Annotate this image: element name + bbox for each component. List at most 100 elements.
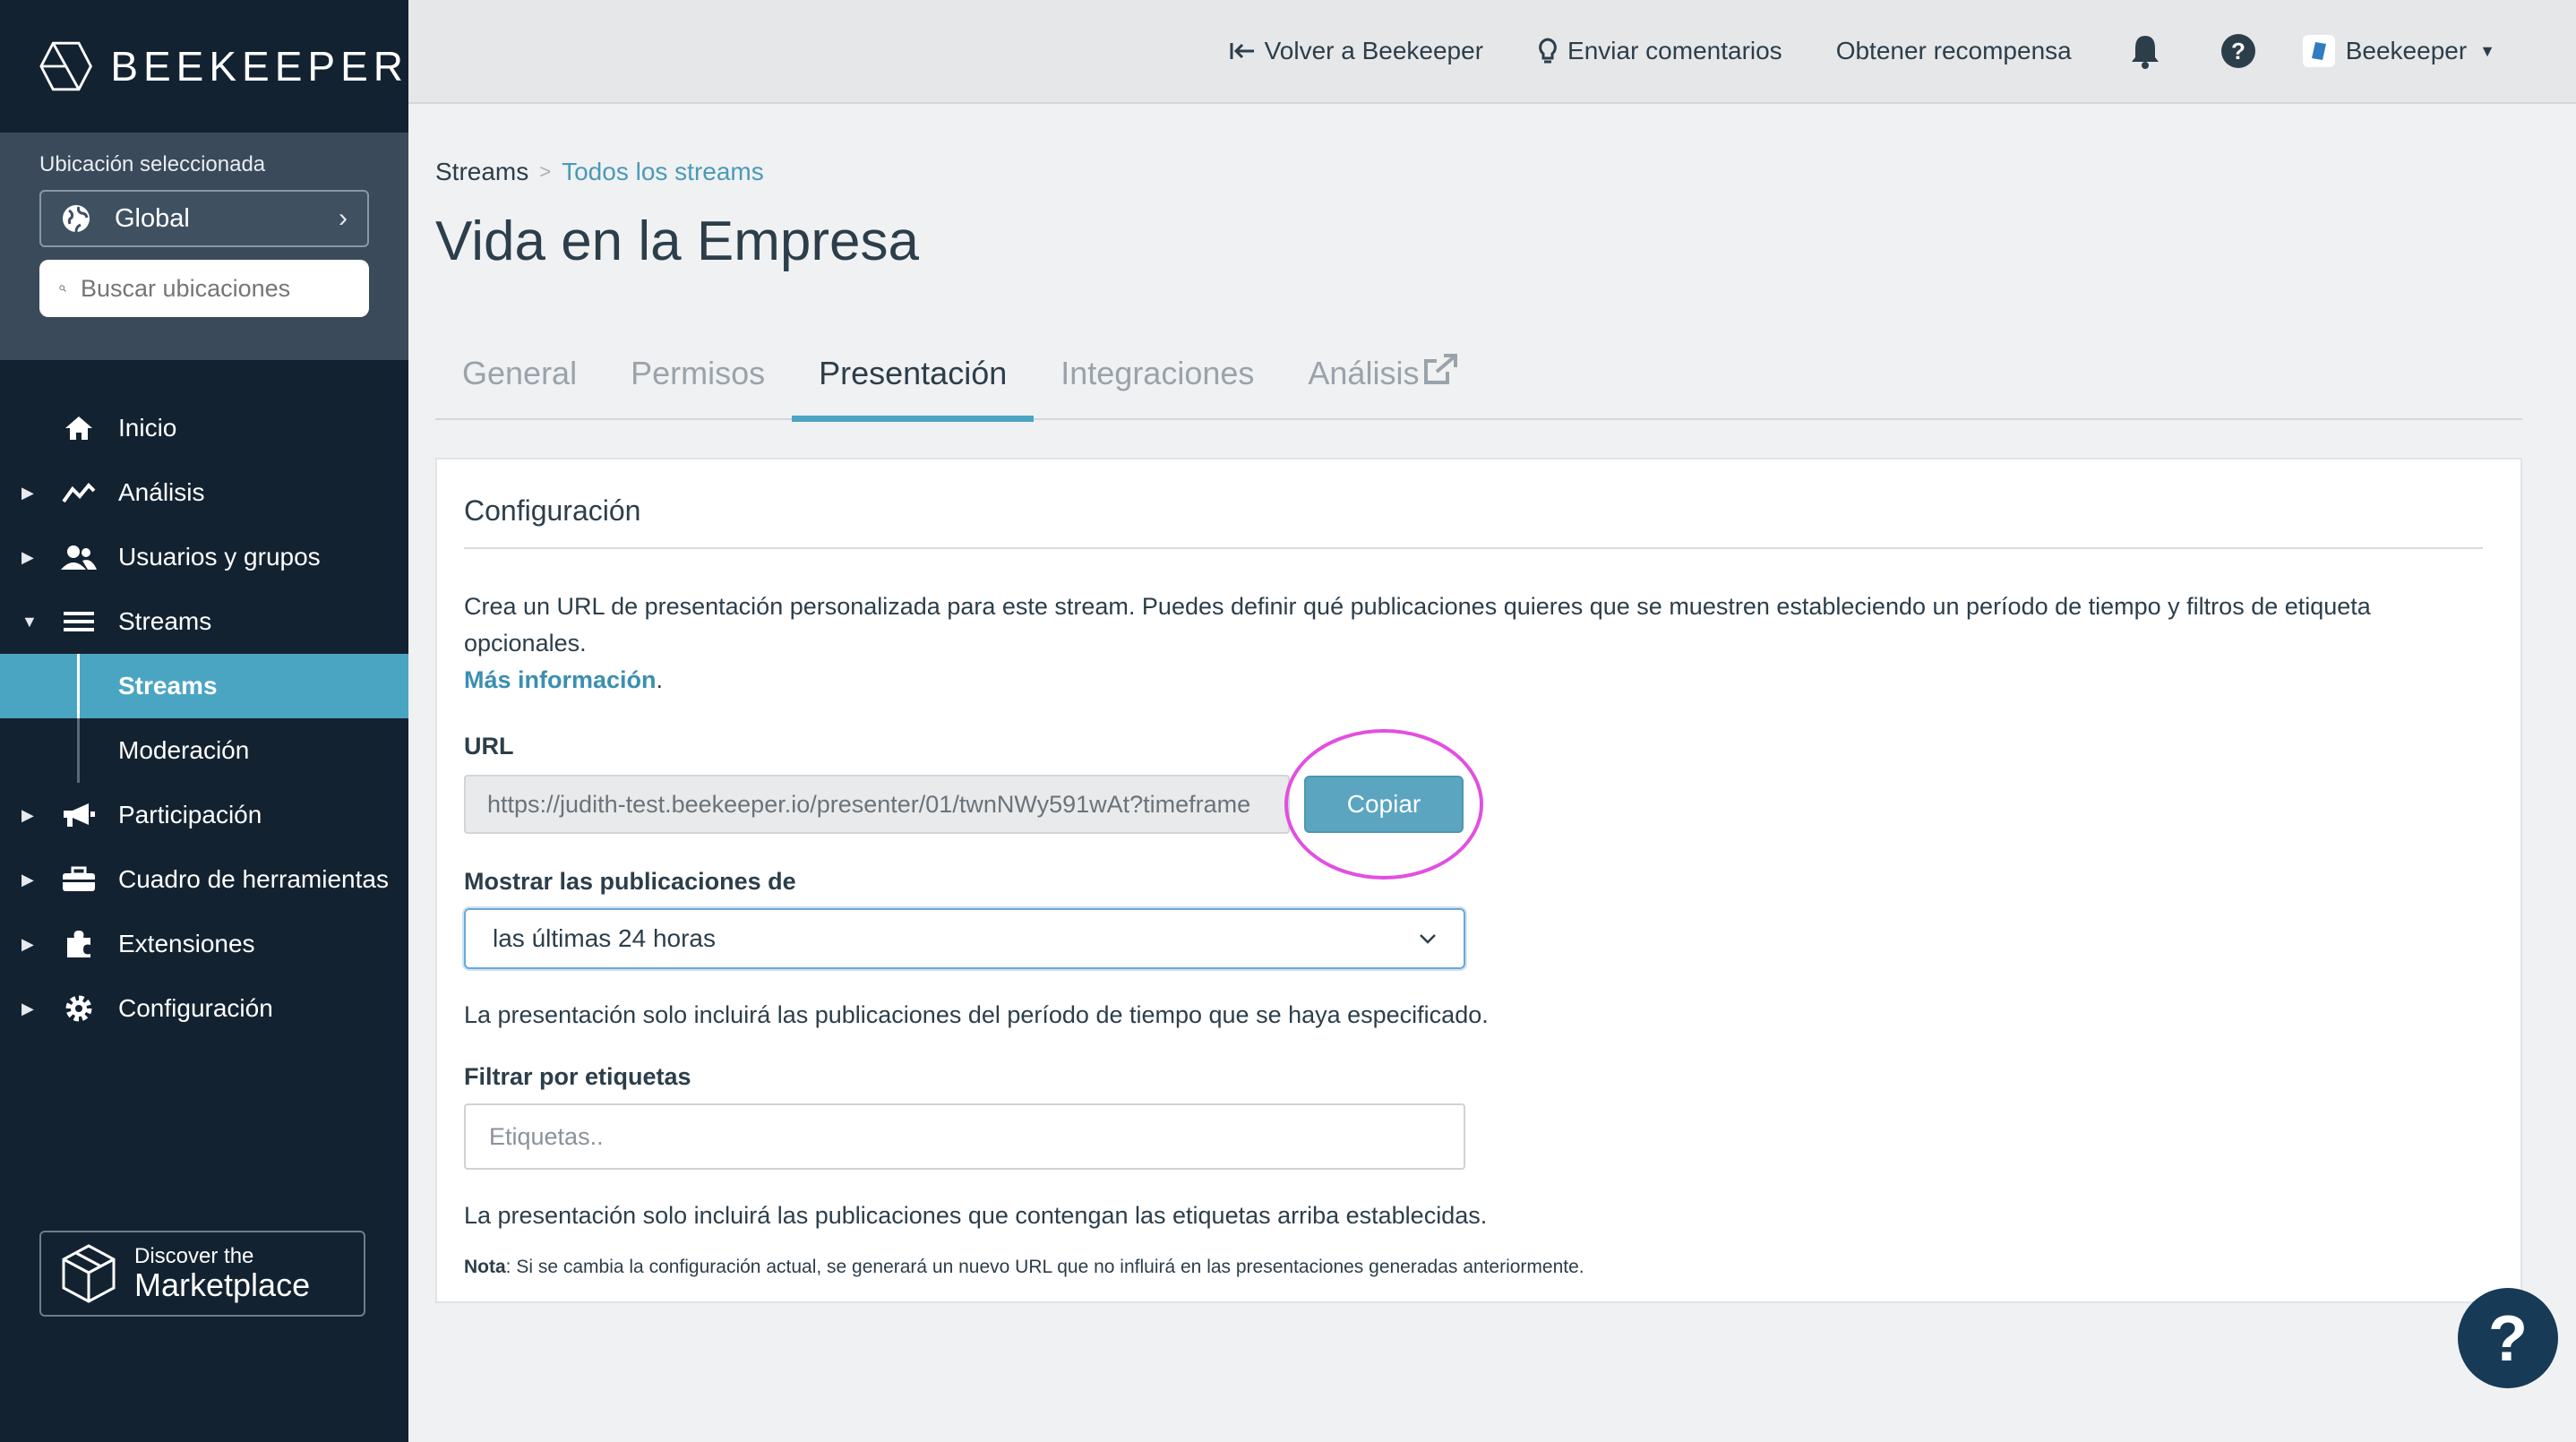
location-panel: Ubicación seleccionada Global › xyxy=(0,133,408,360)
note-text: : Si se cambia la configuración actual, … xyxy=(505,1257,1584,1277)
url-field[interactable]: https://judith-test.beekeeper.io/present… xyxy=(464,775,1290,834)
tab-integraciones[interactable]: Integraciones xyxy=(1034,345,1281,420)
nav-label: Usuarios y grupos xyxy=(118,543,321,571)
puzzle-icon xyxy=(61,926,97,962)
tabs: General Permisos Presentación Integracio… xyxy=(435,345,2522,422)
location-search[interactable] xyxy=(39,260,369,317)
back-label: Volver a Beekeeper xyxy=(1264,37,1484,64)
nav-item-streams[interactable]: ▼ Streams xyxy=(0,589,408,654)
marketplace-line2: Marketplace xyxy=(134,1266,311,1303)
megaphone-icon xyxy=(61,797,97,833)
timeframe-help: La presentación solo incluirá las public… xyxy=(464,1001,1489,1028)
nav-label: Participación xyxy=(118,801,262,828)
note: Nota: Si se cambia la configuración actu… xyxy=(464,1257,2494,1278)
caret-right-icon: ▶ xyxy=(21,805,34,824)
card-title: Configuración xyxy=(464,459,2483,549)
show-posts-label: Mostrar las publicaciones de xyxy=(464,868,796,895)
svg-text:?: ? xyxy=(2488,1307,2528,1369)
chart-line-icon xyxy=(61,475,97,511)
period: . xyxy=(656,666,664,693)
tab-analisis[interactable]: Análisis xyxy=(1281,345,1485,420)
breadcrumb: Streams > Todos los streams xyxy=(435,158,2531,186)
marketplace-text: Discover the Marketplace xyxy=(134,1245,310,1302)
list-icon xyxy=(61,604,97,639)
url-label: URL xyxy=(464,733,514,760)
nav-item-extensiones[interactable]: ▶ Extensiones xyxy=(0,912,408,976)
nav-label: Streams xyxy=(118,672,218,700)
arrow-left-bar-icon xyxy=(1230,43,1254,59)
brand-name: BEEKEEPER xyxy=(110,43,408,90)
nav-subitem-streams[interactable]: Streams xyxy=(0,654,408,718)
search-icon xyxy=(59,285,66,292)
users-icon xyxy=(61,539,97,575)
copy-wrap: Copiar xyxy=(1284,729,1483,880)
question-mark-icon: ? xyxy=(2488,1307,2528,1369)
nav-item-herramientas[interactable]: ▶ Cuadro de herramientas xyxy=(0,847,408,912)
nav-label: Streams xyxy=(118,607,212,635)
chevron-down-icon xyxy=(1420,934,1436,944)
nav-label: Extensiones xyxy=(118,930,255,957)
url-row: https://judith-test.beekeeper.io/present… xyxy=(464,729,2494,880)
external-link-icon xyxy=(1424,354,1458,384)
feedback-label: Enviar comentarios xyxy=(1567,37,1782,64)
gear-icon xyxy=(61,991,97,1026)
location-label: Ubicación seleccionada xyxy=(39,152,266,176)
breadcrumb-current-link[interactable]: Todos los streams xyxy=(562,158,764,186)
brand[interactable]: BEEKEEPER xyxy=(0,0,408,133)
caret-right-icon: ▶ xyxy=(21,547,34,566)
user-menu[interactable]: Beekeeper ▼ xyxy=(2302,35,2495,67)
help-fab-button[interactable]: ? xyxy=(2458,1288,2558,1388)
nav-subitem-moderacion[interactable]: Moderación xyxy=(0,718,408,783)
highlight-circle-annotation xyxy=(1284,729,1483,880)
get-reward-link[interactable]: Obtener recompensa xyxy=(1836,37,2072,65)
tab-presentacion[interactable]: Presentación xyxy=(792,345,1035,422)
help-circle-icon[interactable]: ? xyxy=(2219,31,2258,71)
tags-help: La presentación solo incluirá las public… xyxy=(464,1202,1488,1229)
notifications-bell-icon[interactable] xyxy=(2125,31,2165,71)
marketplace-line1: Discover the xyxy=(134,1244,254,1268)
svg-text:?: ? xyxy=(2231,38,2245,64)
timeframe-value: las últimas 24 horas xyxy=(493,924,717,952)
note-label: Nota xyxy=(464,1257,506,1277)
timeframe-select[interactable]: las últimas 24 horas xyxy=(464,908,1465,969)
page-title: Vida en la Empresa xyxy=(435,210,919,272)
marketplace-button[interactable]: Discover the Marketplace xyxy=(39,1231,365,1317)
tab-permisos[interactable]: Permisos xyxy=(604,345,792,420)
send-feedback-link[interactable]: Enviar comentarios xyxy=(1537,37,1782,65)
reward-label: Obtener recompensa xyxy=(1835,37,2072,64)
nav-item-usuarios[interactable]: ▶ Usuarios y grupos xyxy=(0,525,408,589)
caret-right-icon: ▶ xyxy=(21,483,34,502)
beekeeper-logo-icon xyxy=(39,41,93,91)
avatar xyxy=(2302,35,2335,67)
chevron-right-icon: › xyxy=(339,203,348,233)
globe-icon xyxy=(63,205,90,233)
back-to-beekeeper-link[interactable]: Volver a Beekeeper xyxy=(1229,37,1483,65)
breadcrumb-root[interactable]: Streams xyxy=(435,158,528,186)
lightbulb-icon xyxy=(1539,38,1557,64)
nav-rail xyxy=(77,654,80,718)
toolbox-icon xyxy=(61,862,97,897)
tags-label: Filtrar por etiquetas xyxy=(464,1063,691,1090)
more-info-link[interactable]: Más información xyxy=(464,666,657,693)
location-select[interactable]: Global › xyxy=(39,190,369,247)
nav-item-configuracion[interactable]: ▶ Configuración xyxy=(0,976,408,1041)
nav-item-participacion[interactable]: ▶ Participación xyxy=(0,783,408,847)
main-nav: Inicio ▶ Análisis ▶ Usuarios y grupos ▼ … xyxy=(0,396,408,1041)
cube-icon xyxy=(62,1244,116,1303)
caret-right-icon: ▶ xyxy=(21,934,34,953)
caret-right-icon: ▶ xyxy=(21,870,34,888)
home-icon xyxy=(61,410,97,446)
caret-down-icon: ▼ xyxy=(21,612,38,631)
tab-general[interactable]: General xyxy=(435,345,604,420)
main-content: Streams > Todos los streams Vida en la E… xyxy=(435,104,2531,1303)
topbar: Volver a Beekeeper Enviar comentarios Ob… xyxy=(408,0,2576,104)
nav-item-analisis[interactable]: ▶ Análisis xyxy=(0,460,408,525)
location-search-input[interactable] xyxy=(81,274,349,303)
nav-label: Inicio xyxy=(118,414,177,442)
breadcrumb-separator: > xyxy=(539,160,552,183)
configuration-card: Configuración Crea un URL de presentació… xyxy=(435,458,2522,1303)
sidebar: BEEKEEPER Ubicación seleccionada Global … xyxy=(0,0,408,1442)
tags-input[interactable]: Etiquetas.. xyxy=(464,1103,1465,1170)
nav-item-inicio[interactable]: Inicio xyxy=(0,396,408,460)
config-description: Crea un URL de presentación personalizad… xyxy=(464,588,2494,699)
